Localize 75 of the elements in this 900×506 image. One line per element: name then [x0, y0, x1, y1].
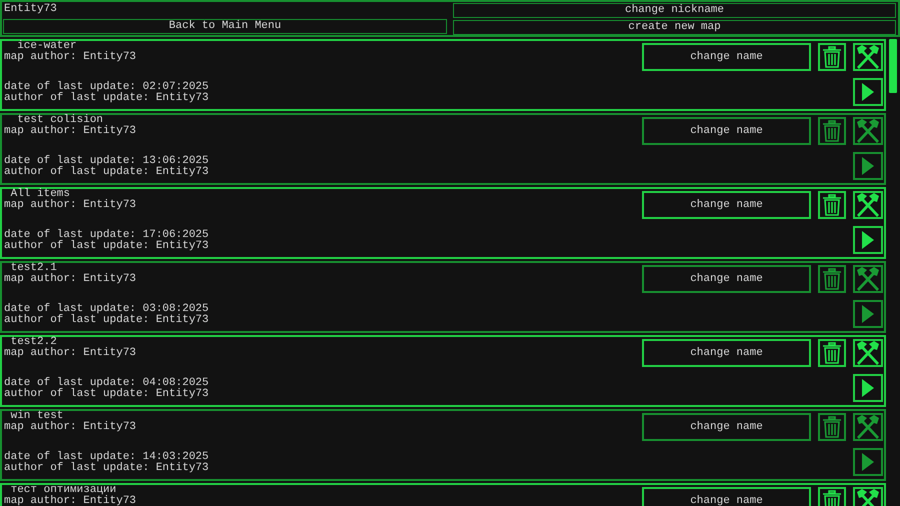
update-date: date of last update: 03:08:2025 [3, 304, 209, 315]
change-nickname-button[interactable]: change nickname [453, 3, 896, 18]
map-name: win test [10, 411, 64, 422]
delete-button[interactable] [818, 413, 846, 441]
change-name-button[interactable]: change name [642, 339, 811, 367]
play-icon [862, 379, 874, 397]
trash-icon [822, 268, 842, 290]
edit-button[interactable] [853, 265, 883, 293]
change-name-button[interactable]: change name [642, 117, 811, 145]
change-name-button[interactable]: change name [642, 191, 811, 219]
map-author: map author: Entity73 [3, 126, 138, 137]
change-name-button[interactable]: change name [642, 43, 811, 71]
nickname: Entity73 [3, 2, 58, 17]
crossed-hammers-icon [855, 192, 881, 218]
play-button[interactable] [853, 152, 883, 180]
map-author: map author: Entity73 [3, 52, 138, 63]
scrollbar[interactable] [889, 39, 897, 93]
map-name: test2.2 [10, 337, 57, 348]
map-name: тест оптимизации [10, 485, 116, 496]
create-map-button[interactable]: create new map [453, 20, 896, 35]
change-name-button[interactable]: change name [642, 265, 811, 293]
map-author: map author: Entity73 [3, 348, 138, 359]
trash-icon [822, 490, 842, 506]
play-button[interactable] [853, 448, 883, 476]
map-author: map author: Entity73 [3, 274, 138, 285]
change-name-button[interactable]: change name [642, 487, 811, 506]
map-name: test2.1 [10, 263, 57, 274]
update-date: date of last update: 17:06:2025 [3, 230, 209, 241]
crossed-hammers-icon [855, 266, 881, 292]
map-name: test colision [16, 115, 104, 126]
edit-button[interactable] [853, 117, 883, 145]
play-button[interactable] [853, 226, 883, 254]
map-author: map author: Entity73 [3, 496, 136, 506]
map-author: map author: Entity73 [3, 422, 138, 433]
trash-icon [822, 120, 842, 142]
update-author: author of last update: Entity73 [3, 167, 209, 178]
update-author: author of last update: Entity73 [3, 241, 209, 252]
play-icon [862, 453, 874, 471]
play-button[interactable] [853, 78, 883, 106]
back-button[interactable]: Back to Main Menu [3, 19, 447, 34]
edit-button[interactable] [853, 191, 883, 219]
edit-button[interactable] [853, 339, 883, 367]
delete-button[interactable] [818, 191, 846, 219]
crossed-hammers-icon [855, 44, 881, 70]
map-name: ice-water [16, 41, 78, 52]
change-name-button[interactable]: change name [642, 413, 811, 441]
trash-icon [822, 46, 842, 68]
edit-button[interactable] [853, 43, 883, 71]
update-date: date of last update: 14:03:2025 [3, 452, 209, 463]
play-icon [862, 157, 874, 175]
play-icon [862, 83, 874, 101]
update-author: author of last update: Entity73 [3, 463, 209, 474]
map-name: All items [10, 189, 70, 200]
delete-button[interactable] [818, 43, 846, 71]
delete-button[interactable] [818, 339, 846, 367]
crossed-hammers-icon [855, 118, 881, 144]
update-author: author of last update: Entity73 [3, 93, 209, 104]
update-date: date of last update: 13:06:2025 [3, 156, 209, 167]
update-date: date of last update: 02:07:2025 [3, 82, 209, 93]
update-date: date of last update: 04:08:2025 [3, 378, 209, 389]
map-author: map author: Entity73 [3, 200, 138, 211]
delete-button[interactable] [818, 117, 846, 145]
delete-button[interactable] [818, 265, 846, 293]
trash-icon [822, 342, 842, 364]
crossed-hammers-icon [855, 340, 881, 366]
crossed-hammers-icon [855, 414, 881, 440]
play-button[interactable] [853, 300, 883, 328]
trash-icon [822, 416, 842, 438]
update-author: author of last update: Entity73 [3, 389, 209, 400]
play-icon [862, 305, 874, 323]
play-icon [862, 231, 874, 249]
play-button[interactable] [853, 374, 883, 402]
trash-icon [822, 194, 842, 216]
edit-button[interactable] [853, 413, 883, 441]
update-author: author of last update: Entity73 [3, 315, 209, 326]
